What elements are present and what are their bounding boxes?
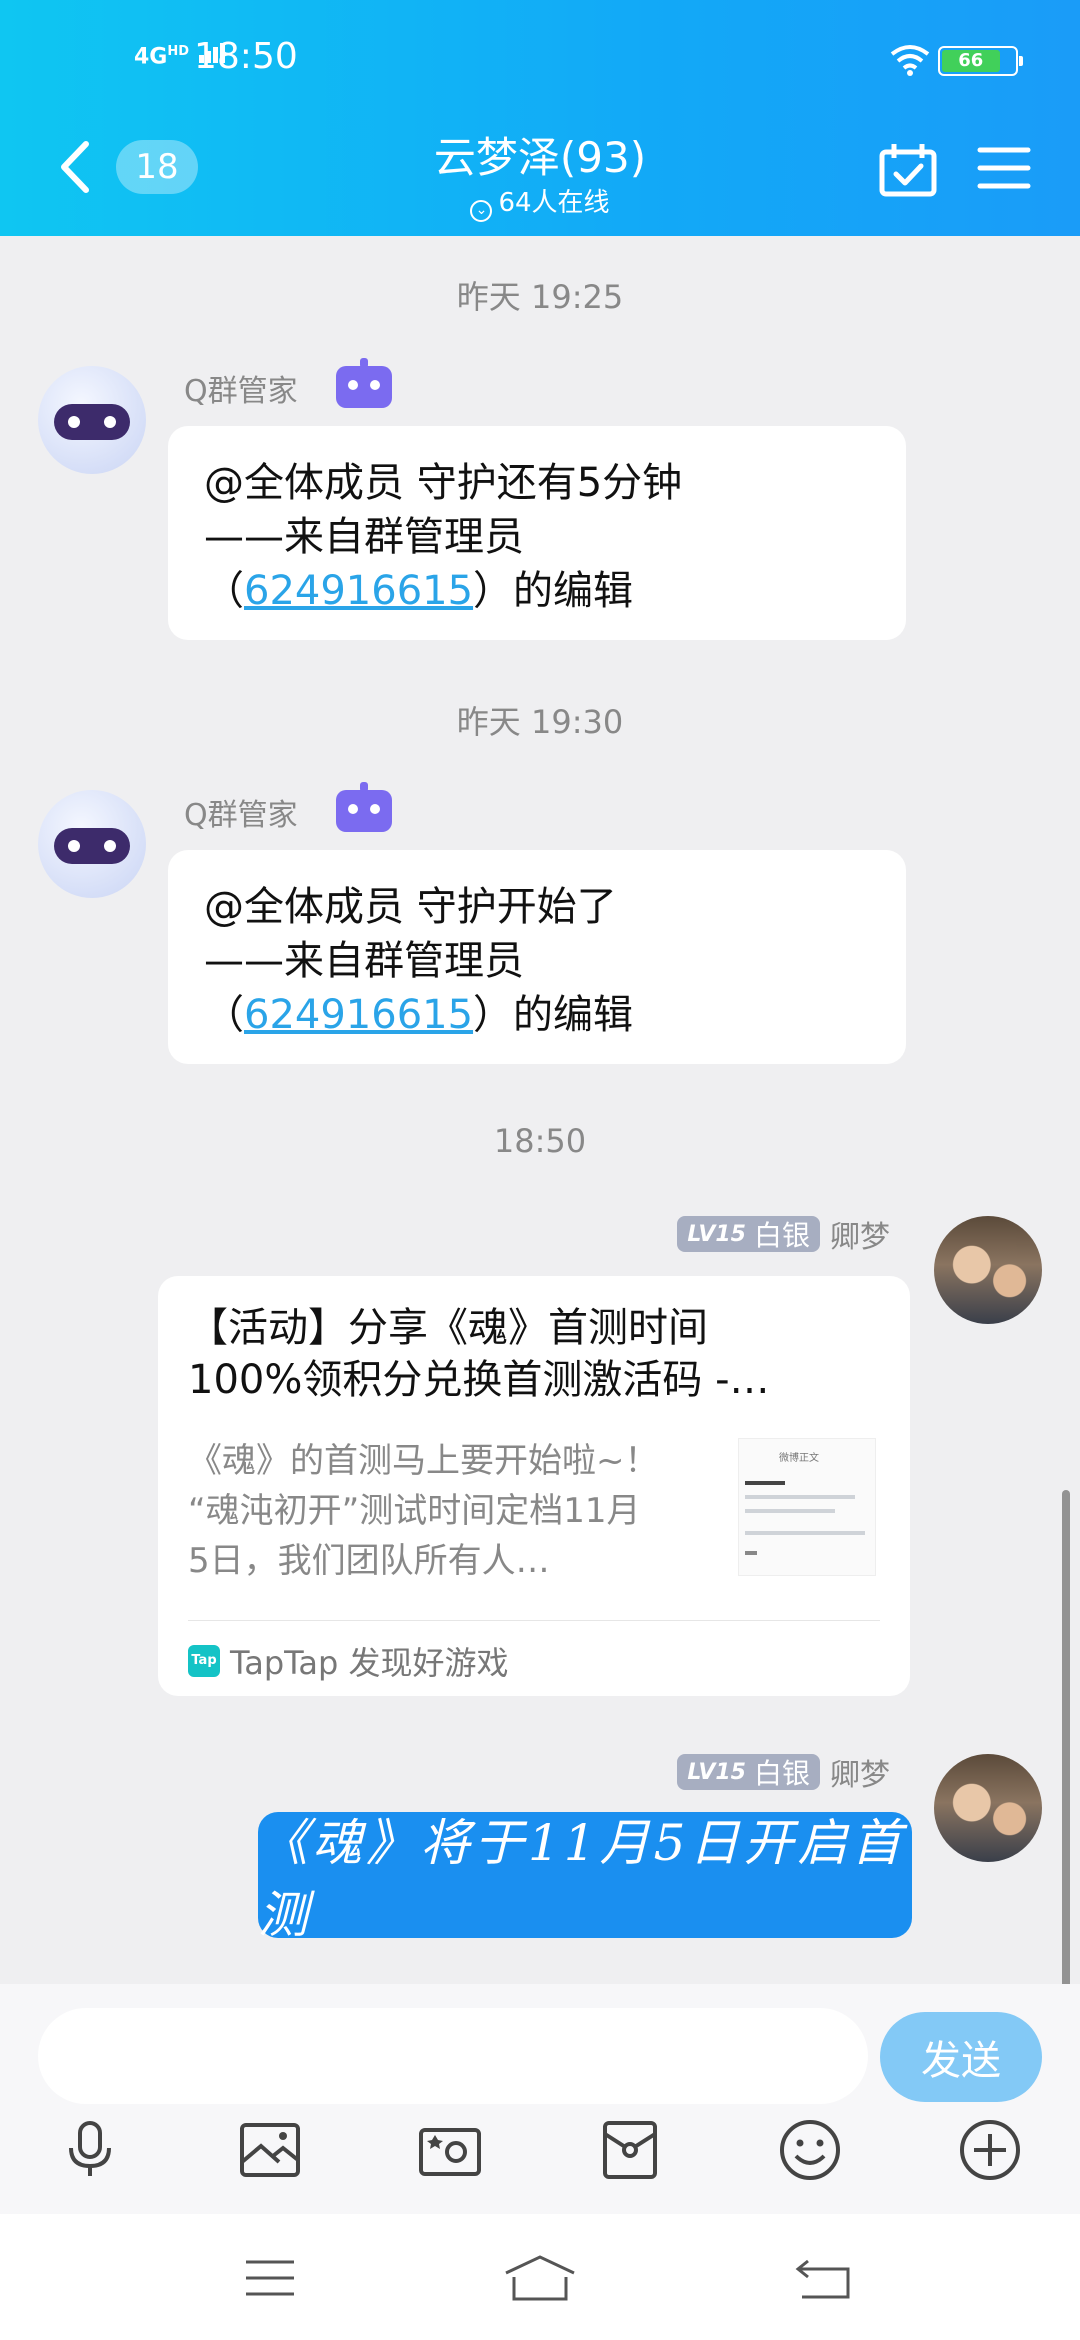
robot-icon — [336, 782, 392, 832]
battery-icon: 66 — [938, 46, 1023, 76]
sender-name: Q群管家 — [184, 798, 298, 833]
network-sup: HD — [167, 44, 190, 59]
wifi-icon — [890, 45, 930, 76]
message-line: ——来自群管理员 — [204, 938, 524, 984]
back-nav-icon[interactable] — [784, 2250, 864, 2306]
message-timestamp: 昨天 19:30 — [456, 703, 624, 741]
chat-header: 4GHD 18:50 66 18 云梦泽(93) ⌄ 64人在线 — [0, 0, 1080, 236]
bot-avatar[interactable] — [38, 790, 146, 898]
message-tail: ）的编辑 — [473, 568, 634, 614]
share-source: Tap TapTap 发现好游戏 — [188, 1638, 509, 1684]
admin-qq-link[interactable]: 624916615 — [244, 568, 473, 614]
photo-icon[interactable] — [230, 2110, 310, 2190]
rank-text: 白银 — [753, 1219, 810, 1252]
recent-apps-icon[interactable] — [230, 2250, 310, 2306]
level-text: LV15 — [687, 1221, 746, 1247]
battery-level: 66 — [942, 50, 1000, 72]
share-title-line: 100%领积分兑换首测激活码 -… — [188, 1357, 770, 1403]
paren: （ — [204, 568, 244, 614]
share-thumbnail: 微博正文 — [738, 1438, 876, 1576]
network-type: 4G — [134, 44, 168, 70]
status-bar: 4GHD 18:50 66 — [0, 36, 1080, 86]
system-nav-bar — [0, 2214, 1080, 2340]
paren: （ — [204, 992, 244, 1038]
message-timestamp: 18:50 — [493, 1122, 587, 1160]
camera-icon[interactable] — [410, 2110, 490, 2190]
status-time: 18:50 — [194, 36, 298, 77]
share-description: 《魂》的首测马上要开始啦~！ “魂沌初开”测试时间定档11月 5日，我们团队所有… — [188, 1436, 718, 1586]
menu-icon[interactable] — [976, 144, 1032, 192]
red-packet-icon[interactable] — [590, 2110, 670, 2190]
scrollbar[interactable] — [1062, 1490, 1070, 1990]
bot-avatar[interactable] — [38, 366, 146, 474]
share-desc-line: 《魂》的首测马上要开始啦~！ — [188, 1441, 659, 1481]
message-bubble[interactable]: @全体成员 守护开始了 ——来自群管理员 （624916615）的编辑 — [168, 850, 906, 1064]
plus-icon[interactable] — [950, 2110, 1030, 2190]
sender-meta: LV15 白银 卿梦 — [677, 1752, 890, 1793]
share-desc-line: 5日，我们团队所有人… — [188, 1541, 550, 1581]
image-message[interactable]: 《魂》将于11月5日开启首测 — [258, 1812, 912, 1944]
rank-text: 白银 — [753, 1757, 810, 1790]
sender-meta: LV15 白银 卿梦 — [677, 1214, 890, 1255]
sender-name: 卿梦 — [830, 1758, 890, 1793]
share-card[interactable]: 【活动】分享《魂》首测时间 100%领积分兑换首测激活码 -… 《魂》的首测马上… — [158, 1276, 910, 1696]
message-line: （624916615）的编辑 — [204, 564, 870, 618]
input-area: 发送 — [0, 1984, 1080, 2214]
sender-name: Q群管家 — [184, 374, 298, 409]
robot-icon — [336, 358, 392, 408]
message-timestamp: 昨天 19:25 — [456, 278, 624, 316]
share-desc-line: “魂沌初开”测试时间定档11月 — [188, 1491, 641, 1531]
message-bubble[interactable]: @全体成员 守护还有5分钟 ——来自群管理员 （624916615）的编辑 — [168, 426, 906, 640]
message-line: @全体成员 守护还有5分钟 — [204, 460, 683, 506]
share-title-line: 【活动】分享《魂》首测时间 — [188, 1305, 708, 1351]
emoji-icon[interactable] — [770, 2110, 850, 2190]
sender-name: 卿梦 — [830, 1220, 890, 1255]
user-avatar[interactable] — [934, 1216, 1042, 1324]
admin-qq-link[interactable]: 624916615 — [244, 992, 473, 1038]
message-line: @全体成员 守护开始了 — [204, 884, 617, 930]
send-button[interactable]: 发送 — [880, 2012, 1042, 2102]
user-avatar[interactable] — [934, 1754, 1042, 1862]
taptap-icon: Tap — [188, 1645, 220, 1677]
level-text: LV15 — [687, 1759, 746, 1785]
message-tail: ）的编辑 — [473, 992, 634, 1038]
chevron-down-icon: ⌄ — [470, 200, 493, 222]
share-source-label: TapTap 发现好游戏 — [230, 1644, 509, 1682]
card-divider — [188, 1620, 880, 1621]
home-icon[interactable] — [500, 2250, 580, 2306]
message-input[interactable] — [38, 2008, 868, 2104]
level-badge: LV15 白银 — [677, 1216, 820, 1252]
mic-icon[interactable] — [50, 2110, 130, 2190]
thumbnail-title: 微博正文 — [779, 1453, 819, 1464]
online-count-label: 64人在线 — [498, 188, 610, 218]
message-line: ——来自群管理员 — [204, 514, 524, 560]
calendar-check-icon[interactable] — [878, 142, 938, 198]
level-badge: LV15 白银 — [677, 1754, 820, 1790]
message-line: （624916615）的编辑 — [204, 988, 870, 1042]
